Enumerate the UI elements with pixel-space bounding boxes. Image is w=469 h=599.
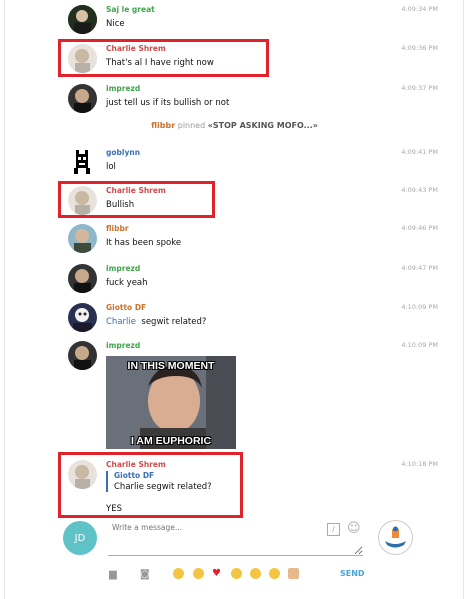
- message-text: It has been spoke: [106, 238, 182, 248]
- meme-image[interactable]: IN THIS MOMENT I AM EUPHORIC: [106, 356, 236, 449]
- message-text: Nice: [106, 19, 125, 29]
- meme-bottom-caption: I AM EUPHORIC: [130, 435, 212, 447]
- pinned-by[interactable]: flibbr: [151, 121, 175, 130]
- command-icon[interactable]: /: [327, 523, 340, 536]
- send-button[interactable]: SEND: [340, 569, 365, 578]
- timestamp: 4:09:41 PM: [401, 148, 438, 156]
- bot-avatar[interactable]: [378, 520, 413, 555]
- avatar[interactable]: [68, 5, 97, 34]
- timestamp: 4:09:46 PM: [401, 224, 438, 232]
- camera-icon[interactable]: ◙: [140, 569, 150, 580]
- sender-name[interactable]: imprezd: [106, 264, 140, 273]
- message-body: segwit related?: [141, 317, 207, 327]
- avatar[interactable]: [68, 148, 97, 177]
- avatar[interactable]: [68, 264, 97, 293]
- left-border: [4, 0, 5, 599]
- highlight-box: [58, 39, 269, 77]
- message-text: lol: [106, 162, 116, 172]
- sender-name[interactable]: flibbr: [106, 224, 129, 233]
- timestamp: 4:09:43 PM: [401, 186, 438, 194]
- emoji-picker-icon[interactable]: ☺: [347, 521, 361, 536]
- message-composer: JD / ☺ ▆ ◙ ♥ SEND: [0, 515, 469, 599]
- meme-top-caption: IN THIS MOMENT: [127, 360, 215, 372]
- sender-name[interactable]: Giotto DF: [106, 303, 146, 312]
- message-text: Charlie segwit related?: [106, 317, 206, 327]
- right-border: [463, 0, 464, 599]
- timestamp: 4:09:47 PM: [401, 264, 438, 272]
- sender-name[interactable]: imprezd: [106, 341, 140, 350]
- thumbs-up-icon[interactable]: [288, 568, 299, 579]
- pinned-action: pinned: [177, 121, 206, 130]
- message-text: fuck yeah: [106, 278, 148, 288]
- avatar[interactable]: [68, 303, 97, 332]
- highlight-box: [58, 181, 215, 218]
- timestamp: 4:09:36 PM: [401, 44, 438, 52]
- message-input[interactable]: [108, 520, 363, 556]
- timestamp: 4:10:09 PM: [401, 341, 438, 349]
- emoji-grin-icon[interactable]: [269, 568, 280, 579]
- message-text: just tell us if its bullish or not: [106, 98, 230, 108]
- emoji-smile-icon[interactable]: [250, 568, 261, 579]
- avatar[interactable]: [68, 84, 97, 113]
- chat-window: Saj le great Nice 4:09:34 PM Charlie Shr…: [0, 0, 469, 599]
- avatar[interactable]: [68, 224, 97, 253]
- emoji-wink-icon[interactable]: [193, 568, 204, 579]
- emoji-laugh-icon[interactable]: [173, 568, 184, 579]
- highlight-box: [58, 452, 243, 518]
- heart-icon[interactable]: ♥: [212, 568, 223, 579]
- timestamp: 4:10:09 PM: [401, 303, 438, 311]
- user-avatar[interactable]: JD: [63, 521, 97, 555]
- sender-name[interactable]: imprezd: [106, 84, 140, 93]
- pinned-message[interactable]: «STOP ASKING MOFO...»: [208, 121, 318, 130]
- file-icon[interactable]: ▆: [109, 569, 117, 580]
- mention[interactable]: Charlie: [106, 317, 136, 327]
- avatar[interactable]: [68, 341, 97, 370]
- pinned-notice: flibbr pinned «STOP ASKING MOFO...»: [0, 121, 469, 130]
- timestamp: 4:09:37 PM: [401, 84, 438, 92]
- sender-name[interactable]: Saj le great: [106, 5, 155, 14]
- sender-name[interactable]: goblynn: [106, 148, 140, 157]
- timestamp: 4:09:34 PM: [401, 5, 438, 13]
- emoji-heart-eyes-icon[interactable]: [231, 568, 242, 579]
- timestamp: 4:10:18 PM: [401, 460, 438, 468]
